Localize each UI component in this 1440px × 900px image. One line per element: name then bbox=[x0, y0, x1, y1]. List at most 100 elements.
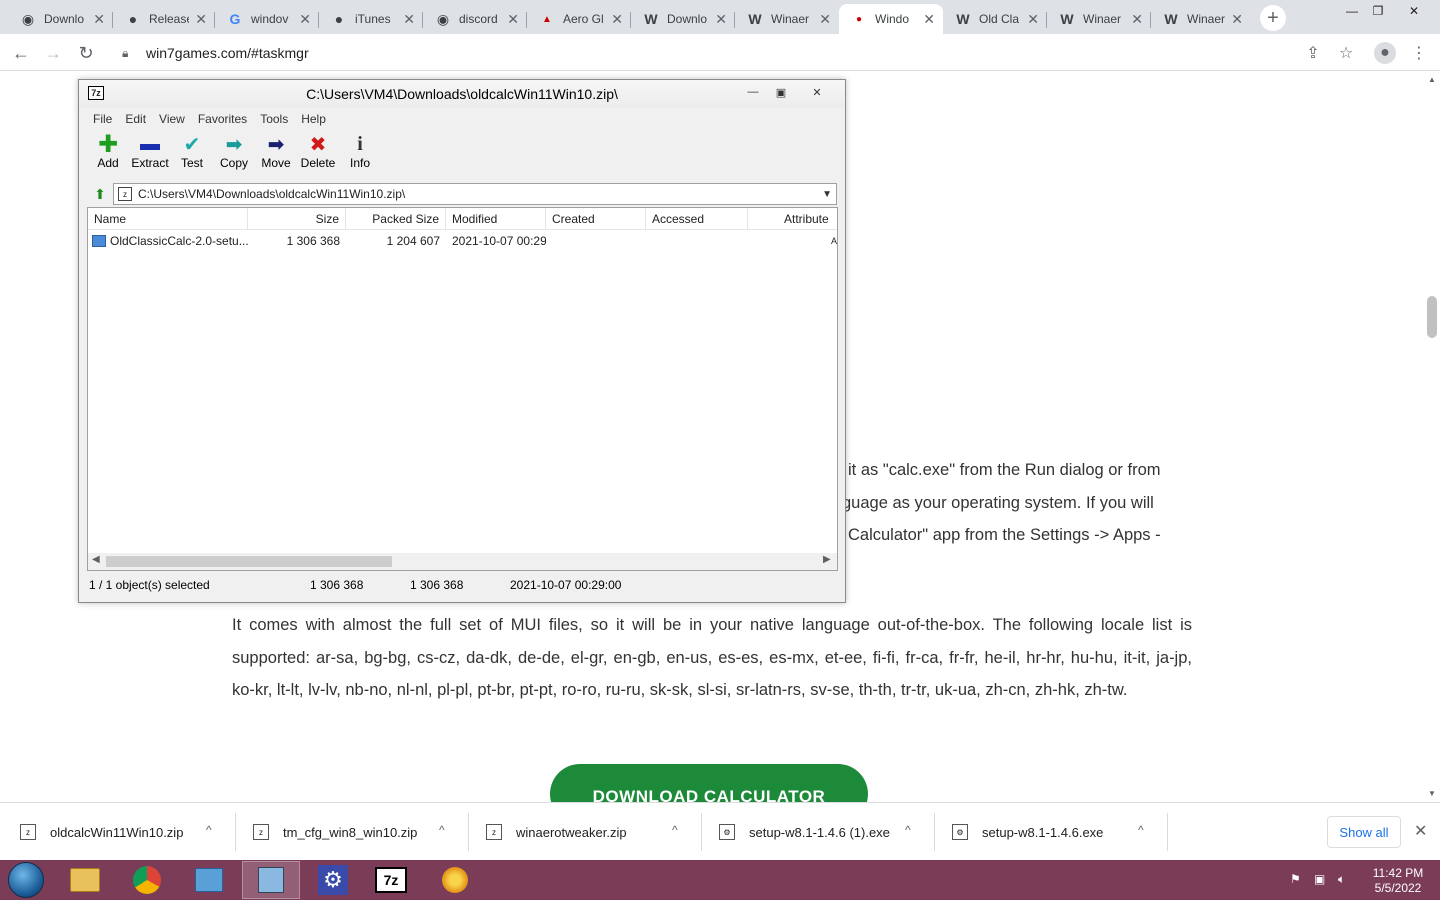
restore-window-button[interactable]: ❐ bbox=[1364, 0, 1392, 22]
close-tab-icon[interactable]: ✕ bbox=[611, 11, 623, 28]
tab-7[interactable]: W Winaer ✕ bbox=[735, 4, 839, 34]
col-name[interactable]: Name bbox=[88, 208, 248, 230]
close-tab-icon[interactable]: ✕ bbox=[715, 11, 727, 28]
share-icon[interactable]: ⇪ bbox=[1302, 42, 1324, 64]
show-all-downloads-button[interactable]: Show all bbox=[1327, 816, 1401, 848]
chevron-down-icon[interactable]: ▼ bbox=[822, 189, 832, 200]
menu-kebab-icon[interactable]: ⋮ bbox=[1408, 42, 1430, 64]
7zip-statusbar: 1 / 1 object(s) selected 1 306 368 1 306… bbox=[87, 574, 838, 596]
close-tab-icon[interactable]: ✕ bbox=[1027, 11, 1039, 28]
system-clock[interactable]: 11:42 PM 5/5/2022 bbox=[1368, 866, 1428, 896]
profile-avatar-icon[interactable]: ● bbox=[1374, 42, 1396, 64]
hscrollbar-thumb[interactable] bbox=[106, 556, 392, 567]
menu-file[interactable]: File bbox=[93, 112, 112, 126]
col-attributes[interactable]: Attribute bbox=[778, 208, 837, 230]
file-list-hscrollbar[interactable]: ◀ ▶ bbox=[88, 553, 837, 570]
taskbar-control-panel[interactable] bbox=[180, 861, 238, 899]
reload-button[interactable]: ↻ bbox=[73, 40, 99, 66]
close-tab-icon[interactable]: ✕ bbox=[923, 11, 935, 28]
menu-tools[interactable]: Tools bbox=[260, 112, 288, 126]
move-button[interactable]: ➡ Move bbox=[255, 132, 297, 178]
download-item[interactable]: z oldcalcWin11Win10.zip ^ bbox=[20, 803, 236, 861]
chevron-up-icon[interactable]: ^ bbox=[439, 823, 445, 837]
taskbar-chrome[interactable] bbox=[118, 861, 176, 899]
close-tab-icon[interactable]: ✕ bbox=[507, 11, 519, 28]
folder-up-icon[interactable]: ⬆ bbox=[87, 183, 113, 205]
tab-10[interactable]: W Winaer ✕ bbox=[1047, 4, 1151, 34]
page-scrollbar[interactable]: ▲ ▼ bbox=[1424, 71, 1440, 802]
taskbar-explorer[interactable] bbox=[56, 861, 114, 899]
tab-4[interactable]: ◉ discord ✕ bbox=[423, 4, 527, 34]
menu-view[interactable]: View bbox=[159, 112, 185, 126]
col-accessed[interactable]: Accessed bbox=[646, 208, 748, 230]
7zip-close-button[interactable]: ✕ bbox=[805, 83, 829, 101]
zip-file-icon: z bbox=[20, 824, 36, 840]
bookmark-star-icon[interactable]: ☆ bbox=[1335, 42, 1357, 64]
7zip-minimize-button[interactable]: — bbox=[741, 83, 765, 101]
close-tab-icon[interactable]: ✕ bbox=[93, 11, 105, 28]
7zip-path-combobox[interactable]: z C:\Users\VM4\Downloads\oldcalcWin11Win… bbox=[113, 183, 837, 205]
network-icon[interactable]: ▣ bbox=[1314, 872, 1325, 886]
extract-button[interactable]: ▬ Extract bbox=[129, 132, 171, 178]
tab-11[interactable]: W Winaer ✕ bbox=[1151, 4, 1251, 34]
col-modified[interactable]: Modified bbox=[446, 208, 546, 230]
forward-button[interactable]: → bbox=[40, 40, 66, 66]
volume-muted-icon[interactable]: 🔈︎ bbox=[1338, 872, 1345, 887]
info-button[interactable]: i Info bbox=[339, 132, 381, 178]
scroll-down-arrow-icon[interactable]: ▼ bbox=[1428, 789, 1436, 798]
add-button[interactable]: ✚ Add bbox=[87, 131, 129, 178]
menu-edit[interactable]: Edit bbox=[125, 112, 146, 126]
close-tab-icon[interactable]: ✕ bbox=[299, 11, 311, 28]
chevron-up-icon[interactable]: ^ bbox=[206, 823, 212, 837]
close-tab-icon[interactable]: ✕ bbox=[195, 11, 207, 28]
scroll-left-icon[interactable]: ◀ bbox=[92, 554, 100, 565]
tab-6[interactable]: W Downlo ✕ bbox=[631, 4, 735, 34]
taskbar-chrome-canary[interactable] bbox=[426, 861, 484, 899]
minimize-window-button[interactable]: — bbox=[1338, 0, 1366, 22]
copy-button[interactable]: ➡ Copy bbox=[213, 132, 255, 178]
download-item[interactable]: ⚙ setup-w8.1-1.4.6 (1).exe ^ bbox=[719, 803, 935, 861]
tab-8-active[interactable]: ● Windo ✕ bbox=[839, 4, 943, 34]
scroll-up-arrow-icon[interactable]: ▲ bbox=[1428, 75, 1436, 84]
7zip-maximize-button[interactable]: ▣ bbox=[769, 83, 793, 101]
close-tab-icon[interactable]: ✕ bbox=[1231, 11, 1243, 28]
tab-3[interactable]: ● iTunes ✕ bbox=[319, 4, 423, 34]
col-packed-size[interactable]: Packed Size bbox=[346, 208, 446, 230]
close-window-button[interactable]: ✕ bbox=[1400, 0, 1428, 22]
download-item[interactable]: ⚙ setup-w8.1-1.4.6.exe ^ bbox=[952, 803, 1168, 861]
new-tab-button[interactable]: + bbox=[1260, 5, 1286, 31]
7zip-titlebar[interactable]: 7z C:\Users\VM4\Downloads\oldcalcWin11Wi… bbox=[79, 80, 845, 108]
download-calculator-button[interactable]: DOWNLOAD CALCULATOR bbox=[550, 764, 868, 802]
close-tab-icon[interactable]: ✕ bbox=[1131, 11, 1143, 28]
download-item[interactable]: z tm_cfg_win8_win10.zip ^ bbox=[253, 803, 469, 861]
menu-help[interactable]: Help bbox=[301, 112, 326, 126]
chevron-up-icon[interactable]: ^ bbox=[905, 823, 911, 837]
back-button[interactable]: ← bbox=[8, 40, 34, 66]
menu-favorites[interactable]: Favorites bbox=[198, 112, 247, 126]
taskbar-7zip[interactable]: 7z bbox=[362, 861, 420, 899]
download-item[interactable]: z winaerotweaker.zip ^ bbox=[486, 803, 702, 861]
taskbar-settings[interactable]: ⚙ bbox=[304, 861, 362, 899]
scroll-right-icon[interactable]: ▶ bbox=[823, 554, 831, 565]
scrollbar-thumb[interactable] bbox=[1427, 296, 1437, 338]
lock-icon[interactable]: 🔒︎ bbox=[122, 46, 136, 60]
action-center-flag-icon[interactable]: ⚑ bbox=[1290, 872, 1301, 886]
tab-5[interactable]: ▲ Aero Gl ✕ bbox=[527, 4, 631, 34]
tab-9[interactable]: W Old Cla ✕ bbox=[943, 4, 1047, 34]
address-bar[interactable]: 🔒︎ win7games.com/#taskmgr bbox=[108, 38, 1408, 68]
close-tab-icon[interactable]: ✕ bbox=[819, 11, 831, 28]
close-shelf-icon[interactable]: ✕ bbox=[1414, 821, 1427, 841]
col-created[interactable]: Created bbox=[546, 208, 646, 230]
test-button[interactable]: ✔ Test bbox=[171, 132, 213, 178]
table-row[interactable]: OldClassicCalc-2.0-setu... 1 306 368 1 2… bbox=[88, 232, 837, 250]
tab-0[interactable]: ◉ Downlo ✕ bbox=[8, 4, 113, 34]
chevron-up-icon[interactable]: ^ bbox=[672, 823, 678, 837]
close-tab-icon[interactable]: ✕ bbox=[403, 11, 415, 28]
start-orb-button[interactable] bbox=[8, 862, 44, 898]
delete-button[interactable]: ✖ Delete bbox=[297, 132, 339, 178]
taskbar-network-setup[interactable] bbox=[242, 861, 300, 899]
tab-2[interactable]: G windov ✕ bbox=[215, 4, 319, 34]
tab-1[interactable]: ● Release ✕ bbox=[113, 4, 215, 34]
chevron-up-icon[interactable]: ^ bbox=[1138, 823, 1144, 837]
col-size[interactable]: Size bbox=[248, 208, 346, 230]
